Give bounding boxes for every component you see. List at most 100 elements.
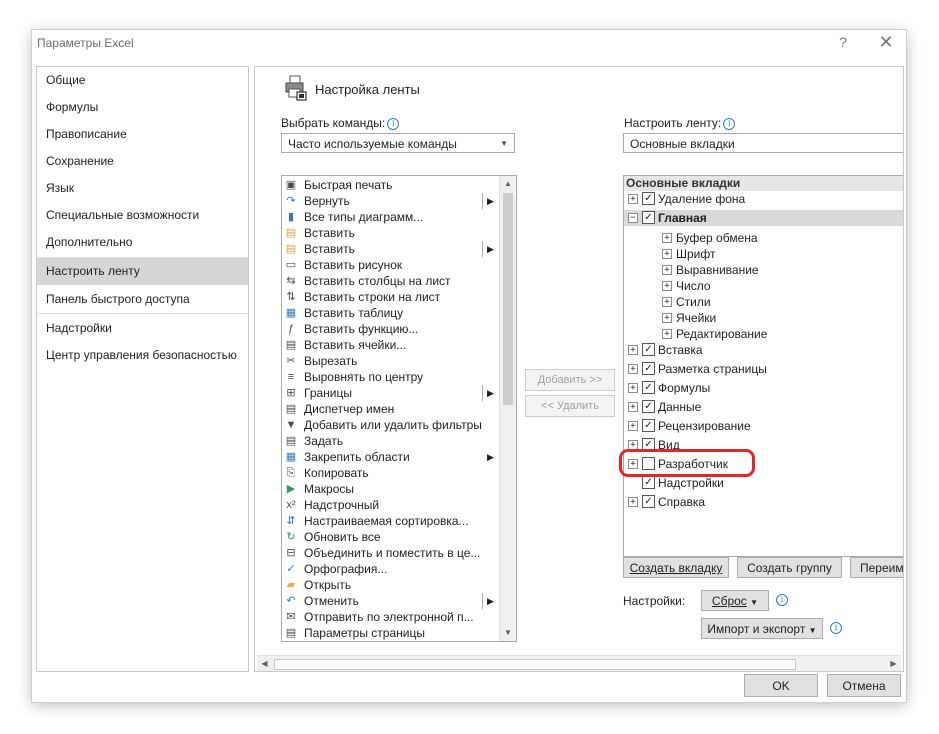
info-icon[interactable]: i: [387, 118, 400, 130]
horizontal-scrollbar[interactable]: ◀ ▶: [257, 655, 901, 671]
customize-ribbon-dropdown[interactable]: Основные вкладки: [623, 133, 903, 153]
command-item[interactable]: ▼ Добавить или удалить фильтры: [282, 417, 499, 433]
expand-icon[interactable]: +: [662, 233, 672, 243]
nav-item-trust-center[interactable]: Центр управления безопасностью: [37, 342, 248, 368]
checkbox-checked[interactable]: ✓: [642, 343, 655, 356]
ribbon-tree-item[interactable]: ✓ Надстройки: [624, 475, 903, 491]
ribbon-tree-item[interactable]: + Выравнивание: [624, 262, 903, 278]
submenu-arrow-icon[interactable]: ▶: [487, 593, 494, 609]
command-item[interactable]: ⊟ Объединить и поместить в це...: [282, 545, 499, 561]
command-item[interactable]: ▤ Параметры страницы: [282, 625, 499, 641]
expand-icon[interactable]: +: [662, 249, 672, 259]
nav-item-accessibility[interactable]: Специальные возможности: [37, 202, 248, 228]
new-group-button[interactable]: Создать группу: [737, 557, 842, 578]
nav-item-customize-ribbon[interactable]: Настроить ленту: [37, 258, 248, 285]
expand-icon[interactable]: +: [662, 281, 672, 291]
info-icon[interactable]: i: [723, 118, 736, 130]
ribbon-tree-item[interactable]: + Буфер обмена: [624, 230, 903, 246]
command-item[interactable]: ƒ Вставить функцию...: [282, 321, 499, 337]
scroll-right-icon[interactable]: ▶: [886, 656, 901, 671]
command-item[interactable]: x² Надстрочный: [282, 497, 499, 513]
nav-item-formulas[interactable]: Формулы: [37, 94, 248, 120]
ribbon-tree-item[interactable]: + Редактирование: [624, 326, 903, 342]
ribbon-tree-item[interactable]: + ✓ Данные: [624, 399, 903, 415]
command-item[interactable]: ▭ Вставить рисунок: [282, 257, 499, 273]
ribbon-tree-item[interactable]: + Число: [624, 278, 903, 294]
command-item[interactable]: ▣ Быстрая печать: [282, 177, 499, 193]
scroll-down-icon[interactable]: ▼: [500, 625, 516, 641]
command-item[interactable]: ⊞ Границы ▶: [282, 385, 499, 401]
scroll-left-icon[interactable]: ◀: [257, 656, 272, 671]
ribbon-tree-item[interactable]: + ✓ Рецензирование: [624, 418, 903, 434]
command-item[interactable]: ▤ Диспетчер имен: [282, 401, 499, 417]
ribbon-tree-item[interactable]: + Стили: [624, 294, 903, 310]
nav-item-language[interactable]: Язык: [37, 175, 248, 201]
command-item[interactable]: ↶ Отменить ▶: [282, 593, 499, 609]
expand-icon[interactable]: +: [628, 383, 638, 393]
remove-button[interactable]: << Удалить: [525, 395, 615, 417]
commands-list[interactable]: ▣ Быстрая печать ↷ Вернуть ▶ ▮ Все типы диагра…: [281, 175, 517, 642]
checkbox-checked[interactable]: ✓: [642, 362, 655, 375]
ribbon-tree-item[interactable]: + ✓ Вставка: [624, 342, 903, 358]
command-item[interactable]: ▶ Макросы: [282, 481, 499, 497]
checkbox-checked[interactable]: ✓: [642, 476, 655, 489]
command-item[interactable]: ▤ Задать: [282, 433, 499, 449]
checkbox-checked[interactable]: ✓: [642, 211, 655, 224]
ribbon-tree-item[interactable]: + Ячейки: [624, 310, 903, 326]
cancel-button[interactable]: Отмена: [827, 674, 901, 697]
collapse-icon[interactable]: −: [628, 213, 638, 223]
info-icon[interactable]: i: [776, 594, 788, 606]
checkbox-checked[interactable]: ✓: [642, 419, 655, 432]
expand-icon[interactable]: +: [628, 194, 638, 204]
scroll-thumb[interactable]: [274, 659, 796, 670]
command-item[interactable]: ▰ Открыть: [282, 577, 499, 593]
command-item[interactable]: ▦ Закрепить области ▶: [282, 449, 499, 465]
ok-button[interactable]: OK: [744, 674, 818, 697]
expand-icon[interactable]: +: [628, 421, 638, 431]
nav-item-advanced[interactable]: Дополнительно: [37, 229, 248, 255]
checkbox-checked[interactable]: ✓: [642, 381, 655, 394]
command-item[interactable]: ↻ Обновить все: [282, 529, 499, 545]
expand-icon[interactable]: +: [662, 313, 672, 323]
rename-button[interactable]: Переим: [850, 557, 903, 578]
checkbox-checked[interactable]: ✓: [642, 495, 655, 508]
reset-button[interactable]: Сброс ▼: [701, 590, 769, 611]
nav-item-quick-access[interactable]: Панель быстрого доступа: [37, 286, 248, 312]
ribbon-tree-item[interactable]: + ✓ Разметка страницы: [624, 361, 903, 377]
expand-icon[interactable]: +: [662, 329, 672, 339]
nav-item-general[interactable]: Общие: [37, 67, 248, 93]
ribbon-tree-item[interactable]: − ✓ Главная: [624, 210, 903, 226]
new-tab-button[interactable]: Создать вкладку: [623, 557, 729, 578]
command-item[interactable]: ▤ Вставить ▶: [282, 241, 499, 257]
expand-icon[interactable]: +: [628, 497, 638, 507]
import-export-button[interactable]: Импорт и экспорт ▼: [701, 618, 823, 639]
info-icon[interactable]: i: [830, 622, 842, 634]
expand-icon[interactable]: +: [628, 345, 638, 355]
expand-icon[interactable]: +: [628, 402, 638, 412]
ribbon-tree-item[interactable]: + Шрифт: [624, 246, 903, 262]
command-item[interactable]: ▮ Все типы диаграмм...: [282, 209, 499, 225]
scroll-thumb[interactable]: [503, 193, 513, 405]
command-item[interactable]: ✉ Отправить по электронной п...: [282, 609, 499, 625]
submenu-arrow-icon[interactable]: ▶: [487, 449, 494, 465]
submenu-arrow-icon[interactable]: ▶: [487, 385, 494, 401]
submenu-arrow-icon[interactable]: ▶: [487, 241, 494, 257]
command-item[interactable]: ▦ Вставить таблицу: [282, 305, 499, 321]
expand-icon[interactable]: +: [628, 364, 638, 374]
submenu-arrow-icon[interactable]: ▶: [487, 193, 494, 209]
add-button[interactable]: Добавить >>: [525, 369, 615, 391]
expand-icon[interactable]: +: [662, 297, 672, 307]
command-item[interactable]: ↷ Вернуть ▶: [282, 193, 499, 209]
command-item[interactable]: ≡ Выровнять по центру: [282, 369, 499, 385]
command-item[interactable]: ⎘ Копировать: [282, 465, 499, 481]
commands-scrollbar[interactable]: ▲ ▼: [499, 176, 516, 641]
help-button[interactable]: ?: [832, 32, 854, 52]
nav-item-addins[interactable]: Надстройки: [37, 315, 248, 341]
checkbox-checked[interactable]: ✓: [642, 400, 655, 413]
scroll-up-icon[interactable]: ▲: [500, 176, 516, 192]
command-item[interactable]: ✓ Орфография...: [282, 561, 499, 577]
nav-item-save[interactable]: Сохранение: [37, 148, 248, 174]
ribbon-tree-item[interactable]: + ✓ Формулы: [624, 380, 903, 396]
choose-commands-dropdown[interactable]: Часто используемые команды ▼: [281, 133, 515, 153]
ribbon-tabs-tree[interactable]: Основные вкладки + ✓ Удаление фона − ✓ Главна…: [623, 175, 903, 557]
